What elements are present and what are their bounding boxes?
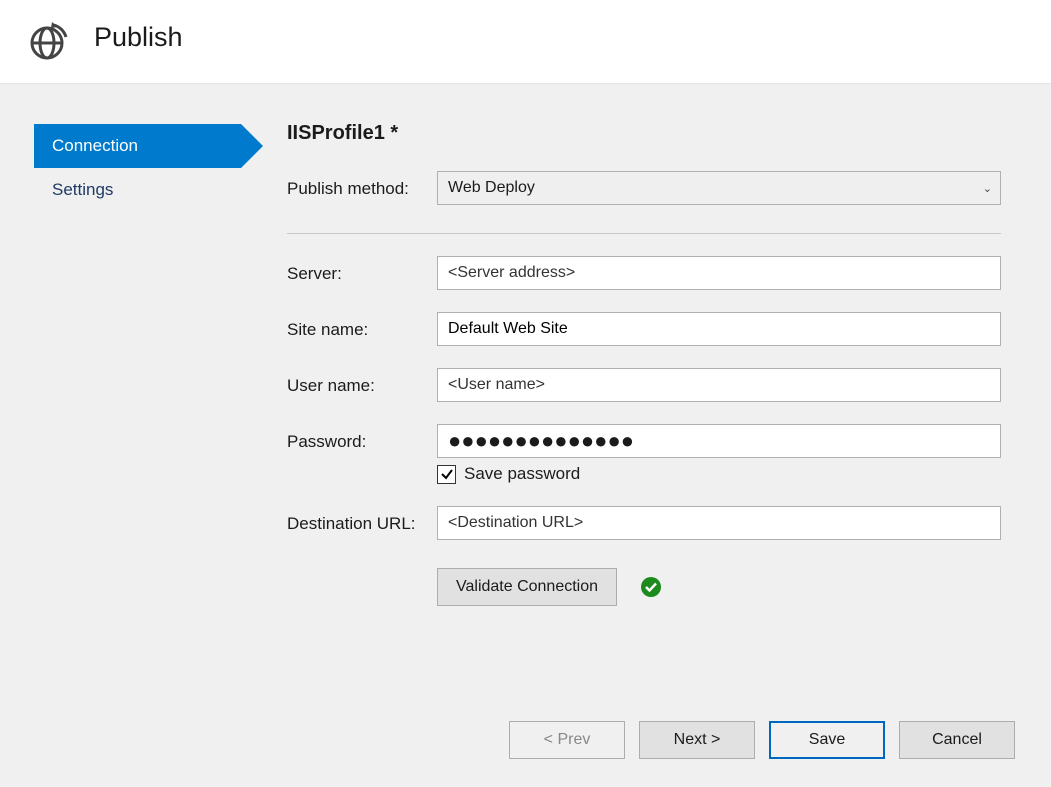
destination-url-input[interactable] [437,506,1001,540]
next-button[interactable]: Next > [639,721,755,759]
password-input[interactable]: ●●●●●●●●●●●●●● [437,424,1001,458]
validation-success-icon [639,575,663,599]
cancel-button-label: Cancel [932,731,982,749]
prev-button: < Prev [509,721,625,759]
server-input[interactable] [437,256,1001,290]
publish-method-select[interactable]: Web Deploy ⌄ [437,171,1001,205]
next-button-label: Next > [674,731,721,749]
site-name-label: Site name: [287,318,437,340]
password-label: Password: [287,430,437,452]
profile-title: IISProfile1 * [287,122,1001,145]
destination-url-label: Destination URL: [287,512,437,534]
main-pane: IISProfile1 * Publish method: Web Deploy… [287,122,1001,606]
cancel-button[interactable]: Cancel [899,721,1015,759]
dialog-body: Connection Settings IISProfile1 * Publis… [0,83,1051,787]
site-name-input[interactable] [437,312,1001,346]
wizard-footer: < Prev Next > Save Cancel [509,721,1015,759]
sidebar-item-settings[interactable]: Settings [34,168,241,212]
save-password-checkbox[interactable] [437,465,456,484]
prev-button-label: < Prev [544,731,591,749]
user-name-input[interactable] [437,368,1001,402]
validate-connection-button[interactable]: Validate Connection [437,568,617,606]
save-button[interactable]: Save [769,721,885,759]
user-name-label: User name: [287,374,437,396]
check-icon [440,467,454,481]
chevron-down-icon: ⌄ [983,182,992,195]
save-button-label: Save [809,731,845,749]
publish-method-value: Web Deploy [448,179,983,197]
sidebar-item-connection[interactable]: Connection [34,124,241,168]
section-separator [287,233,1001,234]
dialog-title: Publish [94,22,183,53]
dialog-header: Publish [0,0,1051,83]
publish-globe-icon [26,20,68,62]
server-label: Server: [287,262,437,284]
sidebar-item-label: Settings [52,180,113,199]
save-password-label: Save password [464,464,580,484]
wizard-sidebar: Connection Settings [34,124,241,212]
sidebar-item-label: Connection [52,136,138,155]
validate-connection-label: Validate Connection [456,578,598,596]
publish-method-label: Publish method: [287,177,437,199]
